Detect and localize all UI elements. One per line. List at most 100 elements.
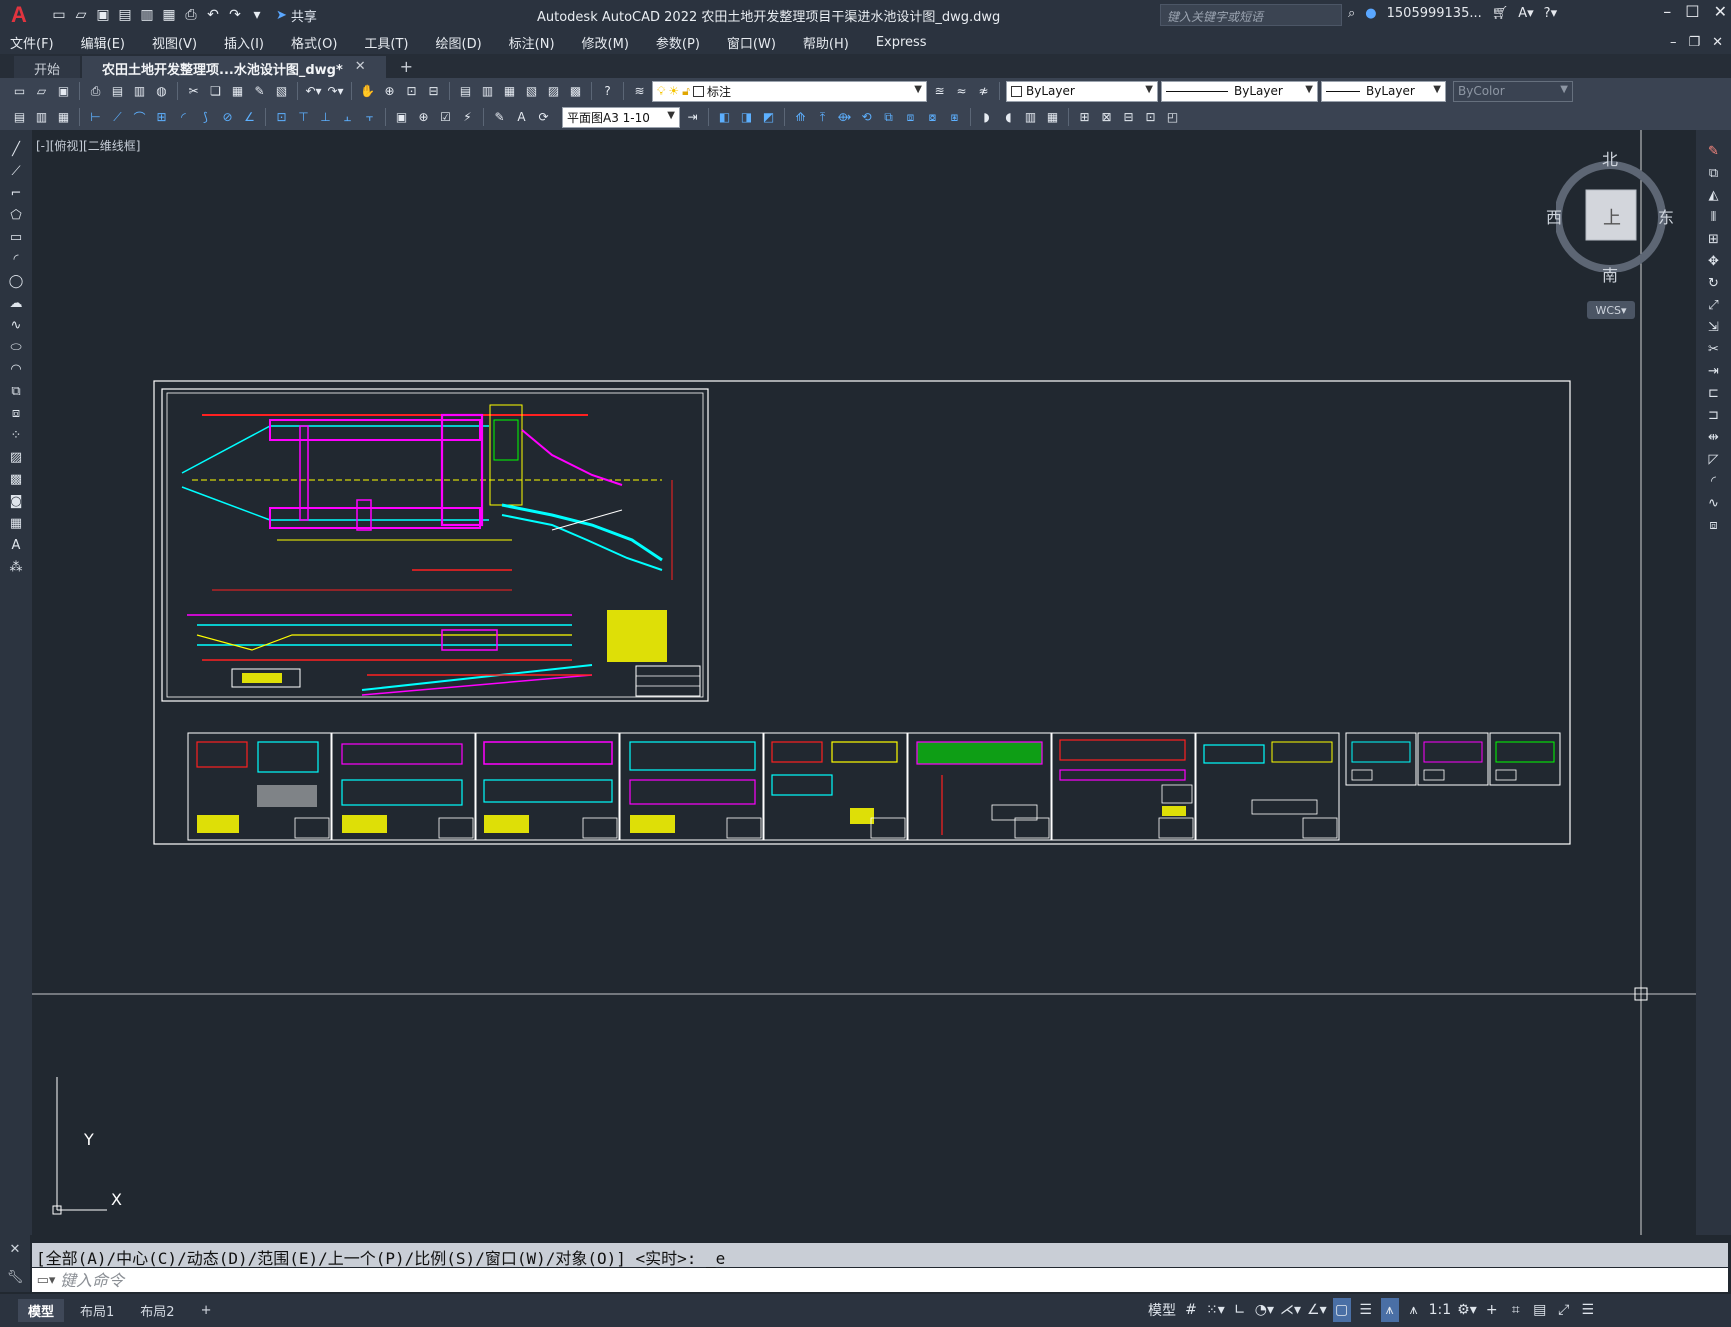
- save-icon-2[interactable]: ▣: [54, 82, 73, 101]
- break-icon[interactable]: ⊐: [1705, 406, 1723, 425]
- tab-start[interactable]: 开始: [14, 56, 81, 78]
- add-layout-icon[interactable]: +: [191, 1301, 222, 1320]
- dimension-space-icon[interactable]: ⫠: [338, 108, 357, 127]
- layout-tab-2[interactable]: 布局2: [130, 1299, 184, 1322]
- doc-close-icon[interactable]: ✕: [1712, 35, 1723, 50]
- add-selected-icon[interactable]: ⁂: [7, 558, 25, 577]
- revision-cloud-icon[interactable]: ☁: [7, 294, 25, 313]
- undo-icon-2[interactable]: ↶▾: [304, 82, 323, 101]
- match-properties-icon[interactable]: ✎: [250, 82, 269, 101]
- wcs-menu[interactable]: WCS ▾: [1587, 301, 1635, 319]
- close-icon[interactable]: ✕: [1714, 2, 1727, 21]
- baseline-icon[interactable]: ⊤: [294, 108, 313, 127]
- dimension-text-edit-icon[interactable]: A: [512, 108, 531, 127]
- fillet-edge-icon[interactable]: ◗: [977, 108, 996, 127]
- new-file-icon[interactable]: ▭: [50, 6, 68, 24]
- cut-icon[interactable]: ✂: [184, 82, 203, 101]
- scale-icon[interactable]: ⤢: [1705, 296, 1723, 315]
- menu-file[interactable]: 文件(F): [10, 33, 54, 52]
- layer-properties-icon[interactable]: ≋: [630, 82, 649, 101]
- slice-icon[interactable]: ⧈: [901, 108, 920, 127]
- move-icon[interactable]: ✥: [1705, 252, 1723, 271]
- plotstyle-dropdown[interactable]: ByColor ▼: [1453, 80, 1573, 102]
- units-icon[interactable]: ⌗: [1507, 1298, 1525, 1322]
- loft-icon[interactable]: ⧉: [879, 108, 898, 127]
- 3d-align-icon[interactable]: ⊟: [1119, 108, 1138, 127]
- array-icon[interactable]: ⊞: [1705, 230, 1723, 249]
- menu-parametric[interactable]: 参数(P): [656, 33, 700, 52]
- press-pull-icon[interactable]: ⤒: [813, 108, 832, 127]
- stretch-icon[interactable]: ⇲: [1705, 318, 1723, 337]
- join-icon[interactable]: ⇹: [1705, 428, 1723, 447]
- ordinate-icon[interactable]: ⊞: [152, 108, 171, 127]
- calculator-icon[interactable]: ▩: [566, 82, 585, 101]
- redo-icon-2[interactable]: ↷▾: [326, 82, 345, 101]
- rectangle-icon[interactable]: ▭: [7, 228, 25, 247]
- command-input[interactable]: [60, 1269, 1660, 1291]
- customize-chevron-icon[interactable]: ▾: [248, 6, 266, 24]
- doc-minimize-icon[interactable]: –: [1670, 35, 1677, 50]
- spline-icon[interactable]: ∿: [7, 316, 25, 335]
- ellipse-arc-icon[interactable]: ◠: [7, 360, 25, 379]
- lineweight-icon[interactable]: ☰: [1357, 1298, 1375, 1322]
- layer-state-icon[interactable]: ≉: [974, 82, 993, 101]
- publish-icon-2[interactable]: ▥: [130, 82, 149, 101]
- zoom-previous-icon[interactable]: ⊟: [424, 82, 443, 101]
- share-button[interactable]: ➤ 共享: [276, 6, 317, 25]
- blend-curves-icon[interactable]: ∿: [1705, 494, 1723, 513]
- mirror-icon[interactable]: ◭: [1705, 186, 1723, 205]
- help-icon[interactable]: ?▾: [1544, 6, 1557, 21]
- user-icon[interactable]: ●: [1365, 6, 1376, 21]
- jogged-icon[interactable]: ⟆: [196, 108, 215, 127]
- menu-modify[interactable]: 修改(M): [582, 33, 629, 52]
- layer-dropdown[interactable]: 💡︎ ☀ 🔓︎ 标注 ▼: [652, 80, 927, 102]
- dimension-style-icon[interactable]: ⇥: [683, 108, 702, 127]
- layer-iso-icon[interactable]: ▥: [32, 108, 51, 127]
- save-as-icon[interactable]: ▤: [116, 6, 134, 24]
- menu-edit[interactable]: 编辑(E): [81, 33, 125, 52]
- make-current-layer-icon[interactable]: ≊: [930, 82, 949, 101]
- viewcube-east[interactable]: 东: [1658, 204, 1674, 228]
- explode-icon[interactable]: ⧈: [1705, 516, 1723, 535]
- zoom-realtime-icon[interactable]: ⊕: [380, 82, 399, 101]
- continue-icon[interactable]: ⊥: [316, 108, 335, 127]
- 3d-move-icon[interactable]: ⊞: [1075, 108, 1094, 127]
- menu-dimension[interactable]: 标注(N): [509, 33, 555, 52]
- color-dropdown[interactable]: ByLayer ▼: [1006, 80, 1158, 102]
- annotation-monitor-icon[interactable]: +: [1483, 1298, 1501, 1322]
- markup-icon[interactable]: ▨: [544, 82, 563, 101]
- layout-tab-1[interactable]: 布局1: [70, 1299, 124, 1322]
- subtract-icon[interactable]: ◩: [759, 108, 778, 127]
- menu-express[interactable]: Express: [876, 35, 927, 50]
- preview-icon[interactable]: ▤: [108, 82, 127, 101]
- user-name[interactable]: 1505999135...: [1387, 6, 1482, 21]
- properties-icon[interactable]: ▤: [456, 82, 475, 101]
- model-space-label[interactable]: 模型: [1148, 1298, 1176, 1322]
- undo-icon[interactable]: ↶: [204, 6, 222, 24]
- extract-edges-icon[interactable]: ▥: [1021, 108, 1040, 127]
- extend-icon[interactable]: ⇥: [1705, 362, 1723, 381]
- ellipse-icon[interactable]: ⬭: [7, 338, 25, 357]
- cart-icon[interactable]: 🛒︎: [1492, 6, 1509, 21]
- copy-object-icon[interactable]: ⧉: [1705, 164, 1723, 183]
- annotation-visibility-icon[interactable]: ⩚: [1380, 1298, 1399, 1322]
- layer-walk-icon[interactable]: ▦: [54, 108, 73, 127]
- jogged-linear-icon[interactable]: ⚡︎: [458, 108, 477, 127]
- arc-length-icon[interactable]: ⌒: [130, 108, 149, 127]
- imprint-icon[interactable]: ▦: [1043, 108, 1062, 127]
- workspace-gear-icon[interactable]: ⚙▾: [1457, 1298, 1477, 1322]
- polyline-icon[interactable]: ⌐: [7, 184, 25, 203]
- box-icon[interactable]: ◧: [715, 108, 734, 127]
- fillet-icon[interactable]: ◜: [1705, 472, 1723, 491]
- layer-previous-icon[interactable]: ≈: [952, 82, 971, 101]
- paste-icon[interactable]: ▦: [228, 82, 247, 101]
- extrude-icon[interactable]: ⟰: [791, 108, 810, 127]
- line-icon[interactable]: ╱: [7, 140, 25, 159]
- region-icon[interactable]: ◙: [7, 492, 25, 511]
- grid-icon[interactable]: #: [1182, 1298, 1200, 1322]
- viewcube-top-face[interactable]: 上: [1603, 204, 1621, 230]
- polar-icon[interactable]: ◔▾: [1255, 1298, 1274, 1322]
- close-command-line-icon[interactable]: ✕: [10, 1242, 21, 1257]
- menu-draw[interactable]: 绘图(D): [436, 33, 482, 52]
- menu-view[interactable]: 视图(V): [152, 33, 197, 52]
